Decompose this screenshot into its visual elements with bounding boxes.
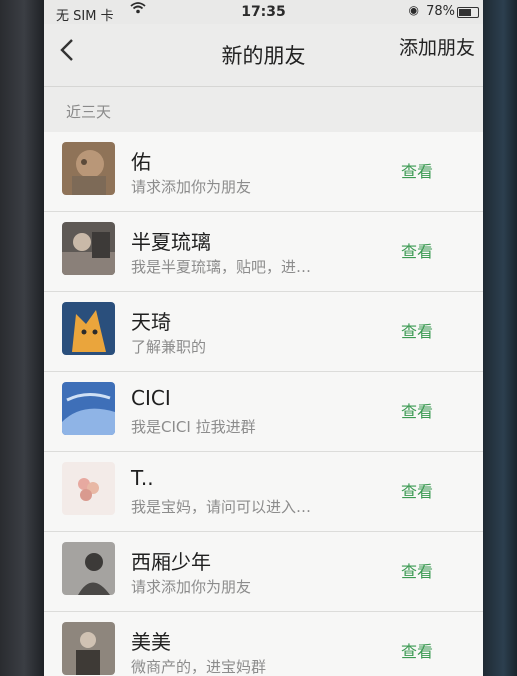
request-message: 我是CICI 拉我进群 (131, 418, 256, 436)
request-name: 天琦 (131, 310, 171, 334)
status-bar: 无 SIM 卡 17:35 ◉ 78% (44, 0, 483, 24)
section-header-recent: 近三天 (44, 87, 483, 132)
phone-bezel-left (0, 0, 44, 676)
request-name: T.. (131, 466, 154, 490)
request-name: 佑 (131, 150, 151, 174)
view-button[interactable]: 查看 (401, 238, 433, 262)
request-message: 请求添加你为朋友 (131, 578, 252, 596)
request-message: 我是半夏琉璃，贴吧，进… (131, 258, 312, 276)
request-name: 半夏琉璃 (131, 230, 211, 254)
friend-request-row[interactable]: CICI 我是CICI 拉我进群 查看 (44, 372, 483, 452)
avatar (62, 462, 115, 515)
friend-request-row[interactable]: 天琦 了解兼职的 查看 (44, 292, 483, 372)
friend-request-row[interactable]: T.. 我是宝妈，请问可以进入… 查看 (44, 452, 483, 532)
view-button[interactable]: 查看 (401, 558, 433, 582)
section-label: 近三天 (66, 103, 112, 121)
avatar (62, 622, 115, 675)
request-message: 微商产的，进宝妈群 (131, 658, 267, 676)
nav-bar: 新的朋友 添加朋友 (44, 24, 483, 87)
phone-screen: 无 SIM 卡 17:35 ◉ 78% 新的朋友 添加朋友 近三天 佑 请求添加… (44, 0, 483, 676)
request-message: 了解兼职的 (131, 338, 207, 356)
avatar (62, 222, 115, 275)
request-message: 我是宝妈，请问可以进入… (131, 498, 312, 516)
view-button[interactable]: 查看 (401, 478, 433, 502)
friend-request-row[interactable]: 西厢少年 请求添加你为朋友 查看 (44, 532, 483, 612)
rotation-lock-icon: ◉ (408, 3, 419, 17)
request-name: CICI (131, 386, 171, 410)
avatar (62, 542, 115, 595)
friend-request-list: 佑 请求添加你为朋友 查看 半夏琉璃 我是半夏琉璃，贴吧，进… 查看 天琦 了解… (44, 132, 483, 676)
view-button[interactable]: 查看 (401, 318, 433, 342)
add-friend-button[interactable]: 添加朋友 (399, 33, 475, 60)
view-button[interactable]: 查看 (401, 158, 433, 182)
avatar (62, 142, 115, 195)
friend-request-row[interactable]: 佑 请求添加你为朋友 查看 (44, 132, 483, 212)
request-message: 请求添加你为朋友 (131, 178, 252, 196)
request-name: 美美 (131, 630, 171, 654)
battery-percent: 78% (426, 4, 455, 19)
phone-bezel-right (483, 0, 517, 676)
avatar (62, 382, 115, 435)
friend-request-row[interactable]: 半夏琉璃 我是半夏琉璃，贴吧，进… 查看 (44, 212, 483, 292)
view-button[interactable]: 查看 (401, 398, 433, 422)
request-name: 西厢少年 (131, 550, 211, 574)
friend-request-row[interactable]: 美美 微商产的，进宝妈群 查看 (44, 612, 483, 676)
view-button[interactable]: 查看 (401, 638, 433, 662)
avatar (62, 302, 115, 355)
battery-icon (457, 7, 479, 18)
